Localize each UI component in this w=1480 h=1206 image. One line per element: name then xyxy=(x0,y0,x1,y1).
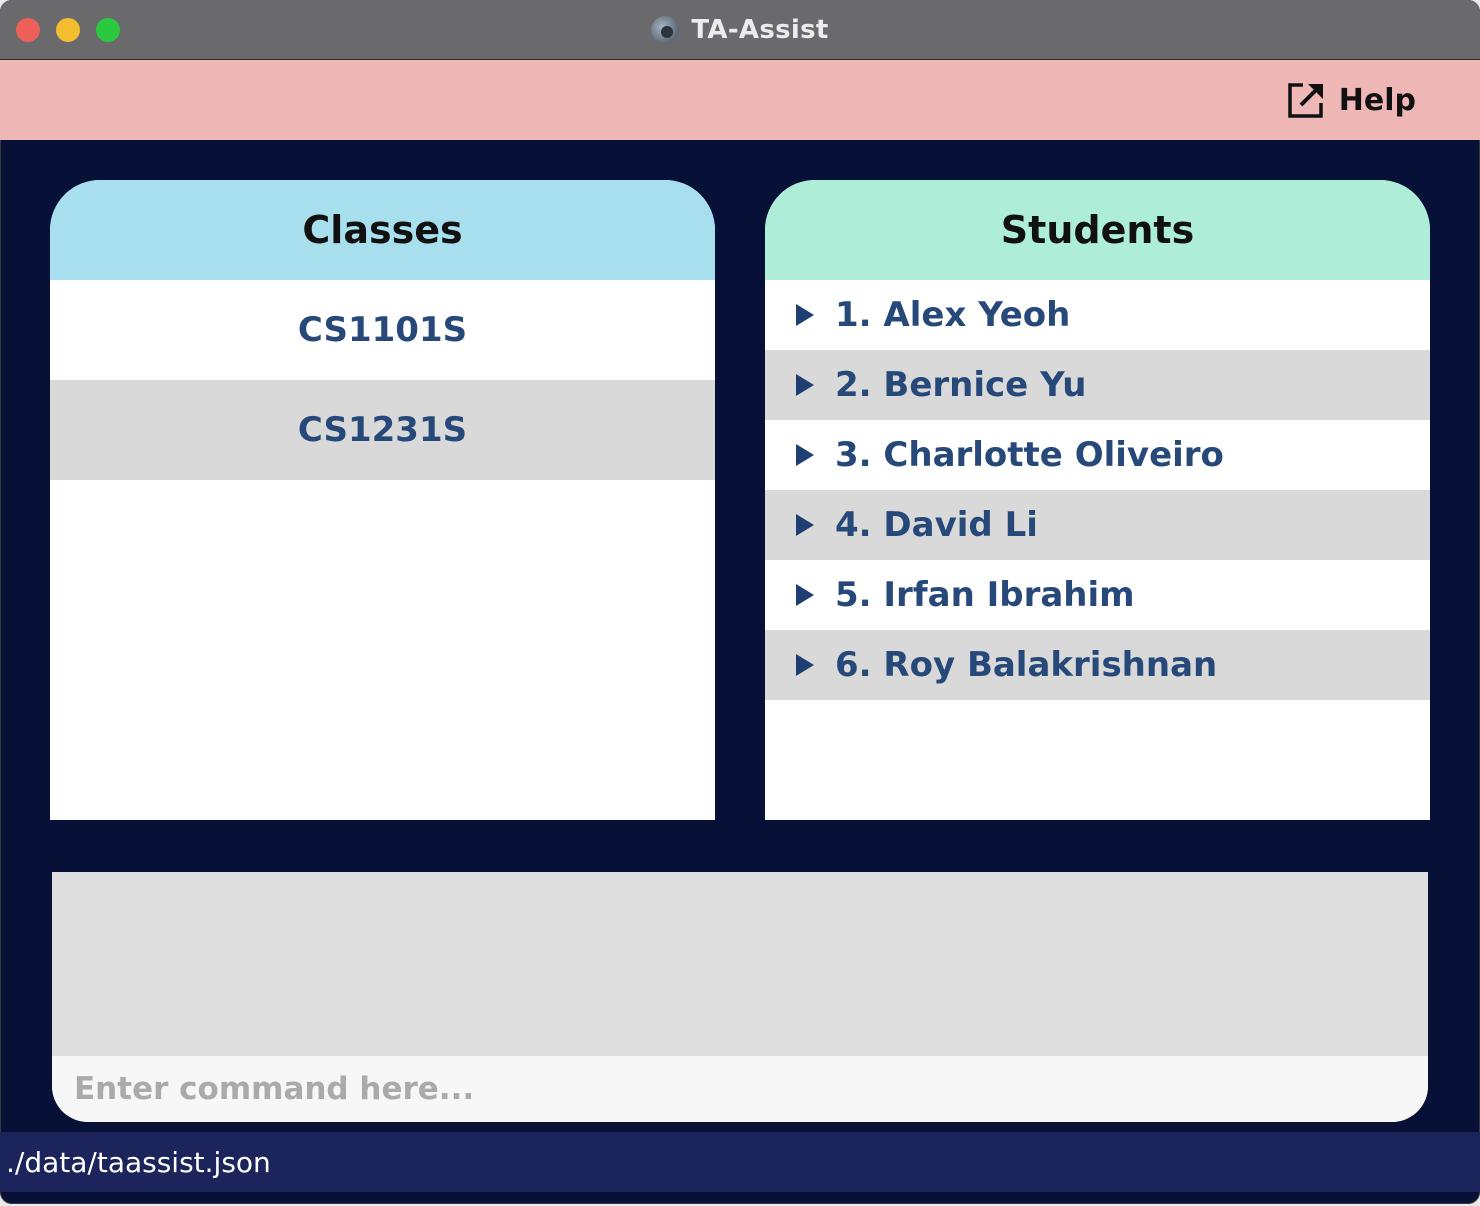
expand-triangle-icon[interactable] xyxy=(796,304,814,326)
classes-panel: Classes CS1101S CS1231S xyxy=(50,180,715,820)
expand-triangle-icon[interactable] xyxy=(796,514,814,536)
expand-triangle-icon[interactable] xyxy=(796,444,814,466)
external-link-icon xyxy=(1287,81,1325,119)
help-label: Help xyxy=(1338,82,1416,118)
student-name: 3. Charlotte Oliveiro xyxy=(835,435,1224,475)
expand-triangle-icon[interactable] xyxy=(796,374,814,396)
class-item[interactable]: CS1101S xyxy=(50,280,715,380)
student-name: 5. Irfan Ibrahim xyxy=(835,575,1135,615)
student-name: 6. Roy Balakrishnan xyxy=(835,645,1218,685)
student-name: 2. Bernice Yu xyxy=(835,365,1087,405)
menu-bar: Help xyxy=(0,60,1480,140)
title-group: TA-Assist xyxy=(0,0,1480,59)
expand-triangle-icon[interactable] xyxy=(796,584,814,606)
student-item[interactable]: 1. Alex Yeoh xyxy=(765,280,1430,350)
student-item[interactable]: 2. Bernice Yu xyxy=(765,350,1430,420)
result-display[interactable] xyxy=(52,872,1428,1056)
help-button[interactable]: Help xyxy=(1287,80,1416,120)
students-panel: Students 1. Alex Yeoh 2. Bernice Yu 3. C… xyxy=(765,180,1430,820)
student-item[interactable]: 3. Charlotte Oliveiro xyxy=(765,420,1430,490)
class-item-label: CS1231S xyxy=(297,410,468,450)
student-item[interactable]: 6. Roy Balakrishnan xyxy=(765,630,1430,700)
class-item-label: CS1101S xyxy=(297,310,468,350)
class-item[interactable]: CS1231S xyxy=(50,380,715,480)
student-item[interactable]: 4. David Li xyxy=(765,490,1430,560)
app-window: TA-Assist Help Classes CS1101S CS1231S S… xyxy=(0,0,1480,1204)
classes-header: Classes xyxy=(50,180,715,280)
student-item[interactable]: 5. Irfan Ibrahim xyxy=(765,560,1430,630)
command-box xyxy=(52,872,1428,1122)
command-input[interactable] xyxy=(52,1056,1428,1122)
data-file-path: ./data/taassist.json xyxy=(6,1145,271,1179)
app-logo-icon xyxy=(651,15,680,44)
expand-triangle-icon[interactable] xyxy=(796,654,814,676)
students-header: Students xyxy=(765,180,1430,280)
student-name: 4. David Li xyxy=(835,505,1038,545)
window-title: TA-Assist xyxy=(691,14,829,45)
student-name: 1. Alex Yeoh xyxy=(835,295,1071,335)
status-bar: ./data/taassist.json xyxy=(0,1132,1480,1192)
title-bar: TA-Assist xyxy=(0,0,1480,60)
